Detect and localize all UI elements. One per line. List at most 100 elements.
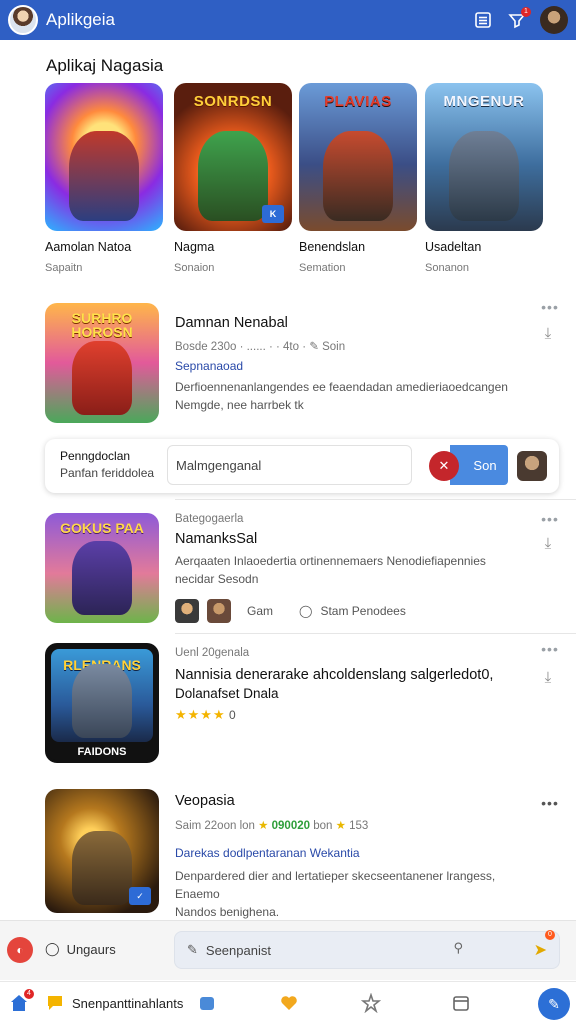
- profile-avatar[interactable]: [8, 5, 38, 35]
- divider: [175, 633, 576, 634]
- item-description: Denpardered dier and lertatieper skecsee…: [175, 869, 496, 901]
- app-title: Aplikgeia: [46, 10, 115, 29]
- nav-library[interactable]: [450, 992, 472, 1014]
- more-options-icon[interactable]: •••: [538, 795, 562, 811]
- thumbnail-caption: FAIDONS: [77, 746, 127, 758]
- list-item-thumbnail: GOKUS PAA: [45, 513, 159, 623]
- character-figure: [69, 131, 139, 221]
- item-description: Derfioennenanlangendes ee feaendadan ame…: [175, 380, 508, 394]
- cancel-x-icon[interactable]: ✕: [429, 451, 459, 481]
- chat-icon: [44, 992, 66, 1014]
- comment-composer: Penngdoclan Panfan feriddolea Malmgengan…: [45, 439, 559, 493]
- featured-card[interactable]: SONRDSN K Nagma Sonaion: [174, 83, 294, 274]
- star-icon: ★: [335, 820, 346, 832]
- nav-chat-label: Snenpanttinahlants: [72, 995, 184, 1011]
- nav-store[interactable]: [196, 992, 218, 1014]
- featured-card-art: SONRDSN K: [174, 83, 292, 231]
- featured-card[interactable]: PLAVIAS Benendslan Semation: [299, 83, 419, 274]
- globe-icon: ◯: [45, 941, 60, 956]
- puzzle-icon: [360, 992, 382, 1014]
- more-options-icon[interactable]: •••: [538, 299, 562, 315]
- item-link[interactable]: Darekas dodlpentaranan Wekantia: [175, 846, 520, 860]
- bottom-navigation: 4 Snenpanttinahlants ✎: [0, 981, 576, 1024]
- user-avatar[interactable]: [517, 451, 547, 481]
- character-figure: [449, 131, 519, 221]
- brand-mark-icon: K: [262, 205, 284, 223]
- composer-label: Penngdoclan: [60, 449, 131, 463]
- item-meta-a: Saim 22oon lon: [175, 820, 255, 832]
- friend-avatar[interactable]: [207, 599, 231, 623]
- rating-value: 0: [228, 708, 236, 722]
- top-app-bar: Aplikgeia 1: [0, 0, 576, 40]
- item-meta: Bosde 230o · ...... · · 4to · ✎ Soin: [175, 339, 520, 353]
- featured-card-sub: Sonaion: [174, 262, 215, 274]
- character-figure: [72, 831, 132, 905]
- item-title-2: Dolanafset Dnala: [175, 686, 279, 701]
- comment-input[interactable]: Malmgenganal: [167, 445, 412, 485]
- item-kicker: Bategogaerla: [175, 513, 244, 525]
- notification-icon[interactable]: 1: [502, 5, 532, 35]
- item-kicker: Uenl 20genala: [175, 647, 250, 659]
- nav-explore[interactable]: [360, 992, 382, 1014]
- list-item-thumbnail: SURHRO HOROSN: [45, 303, 159, 423]
- featured-card[interactable]: MNGENUR Usadeltan Sonanon: [425, 83, 545, 274]
- send-icon[interactable]: ➤: [534, 940, 547, 960]
- list-icon[interactable]: [468, 5, 498, 35]
- more-options-icon[interactable]: •••: [538, 511, 562, 527]
- item-title: NamanksSal: [175, 531, 258, 547]
- featured-card[interactable]: Aamolan Natoa Sapaitn: [45, 83, 165, 274]
- friend-avatar[interactable]: [175, 599, 199, 623]
- edit-icon: ✎: [187, 942, 198, 957]
- divider: [175, 499, 576, 500]
- item-description-2: Nandos benighena.: [175, 905, 280, 919]
- account-avatar[interactable]: [540, 6, 568, 34]
- heart-icon: [278, 992, 300, 1014]
- comment-icon[interactable]: ◯: [299, 604, 312, 618]
- action-label[interactable]: Gam: [247, 604, 273, 618]
- character-figure: [72, 664, 132, 738]
- item-title: Veopasia: [175, 793, 235, 809]
- featured-card-sub: Semation: [299, 262, 346, 274]
- item-meta-b: 090020: [271, 820, 311, 832]
- pencil-icon[interactable]: ✎: [309, 341, 319, 353]
- calendar-icon: [450, 992, 472, 1014]
- notification-badge: 1: [521, 7, 531, 17]
- search-icon[interactable]: ⚲: [453, 940, 463, 956]
- featured-card-sub: Sapaitn: [45, 262, 83, 274]
- pen-icon: ✎: [548, 995, 560, 1012]
- download-icon[interactable]: ⤓: [538, 669, 558, 686]
- thumbnail-title: GOKUS PAA: [60, 520, 144, 536]
- more-options-icon[interactable]: •••: [538, 641, 562, 657]
- record-icon[interactable]: ◐: [7, 937, 33, 963]
- character-figure: [198, 131, 268, 221]
- language-selector[interactable]: ◯ Ungaurs: [45, 941, 116, 957]
- search-input[interactable]: ✎ Seenpanist ⚲ ➤ 0: [174, 930, 560, 969]
- character-figure: [72, 341, 132, 415]
- download-icon[interactable]: ⤓: [538, 535, 558, 552]
- compose-fab-button[interactable]: ✎: [538, 988, 570, 1020]
- item-meta-c: bon: [313, 820, 333, 832]
- item-title: Nannisia denerarake ahcoldenslang salger…: [175, 667, 494, 683]
- store-icon: [196, 992, 218, 1014]
- send-badge: 0: [545, 930, 555, 940]
- language-label: Ungaurs: [66, 941, 116, 957]
- star-rating-icon: ★★★★: [175, 707, 226, 722]
- download-icon[interactable]: ⤓: [538, 325, 558, 342]
- featured-card-art-label: PLAVIAS: [324, 93, 392, 110]
- nav-chat[interactable]: Snenpanttinahlants: [44, 992, 183, 1014]
- item-actions: Gam ◯ Stam Penodees: [175, 599, 520, 623]
- featured-card-art: PLAVIAS: [299, 83, 417, 231]
- nav-favorites[interactable]: [278, 992, 300, 1014]
- featured-card-art: MNGENUR: [425, 83, 543, 231]
- star-icon: ★: [258, 820, 269, 832]
- home-badge: 4: [24, 989, 34, 999]
- item-meta-action[interactable]: Soin: [322, 341, 345, 353]
- rating-row: ★★★★ 0: [175, 707, 520, 723]
- item-meta-d: 153: [349, 820, 369, 832]
- item-link[interactable]: Sepnanaoad: [175, 359, 520, 373]
- bottom-search-bar: ◐ ◯ Ungaurs ✎ Seenpanist ⚲ ➤ 0: [0, 920, 576, 980]
- nav-home[interactable]: 4: [8, 989, 34, 1014]
- comments-label[interactable]: Stam Penodees: [320, 604, 405, 618]
- list-item-thumbnail: RLENRANS FAIDONS: [45, 643, 159, 763]
- search-placeholder: Seenpanist: [205, 942, 271, 958]
